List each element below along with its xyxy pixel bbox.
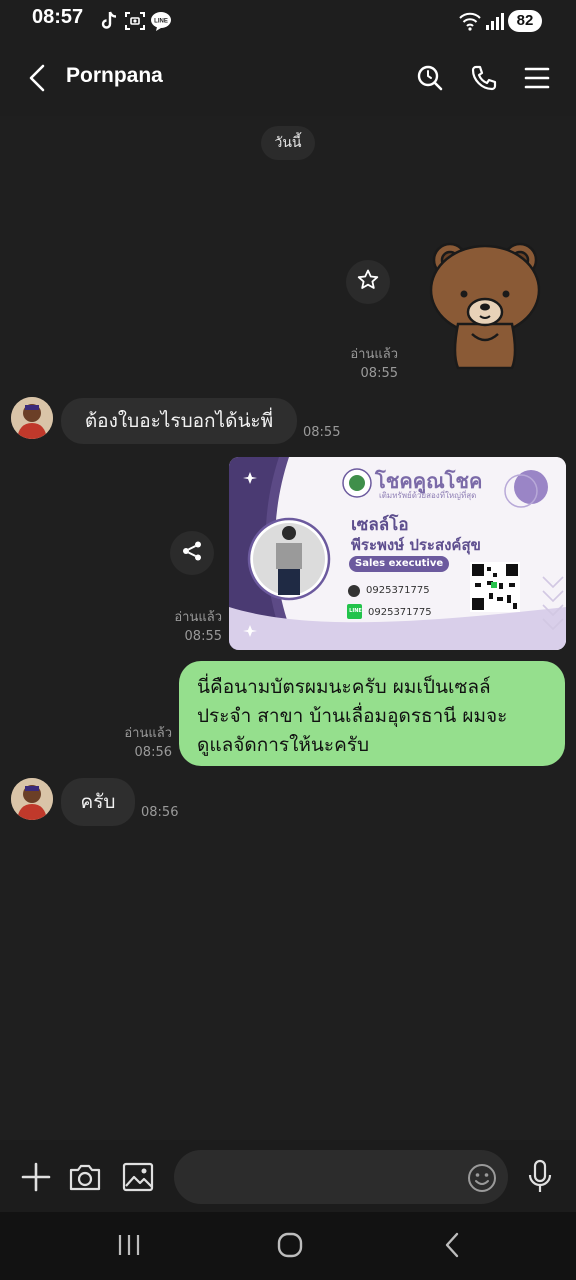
share-icon bbox=[181, 540, 203, 566]
outgoing-message-bubble[interactable]: นี่คือนามบัตรผมนะครับ ผมเป็นเซลล์ ประจำ … bbox=[179, 661, 565, 766]
screenshot-icon bbox=[124, 10, 146, 32]
message-time: 08:56 bbox=[134, 745, 172, 760]
card-role: Sales executive bbox=[349, 556, 450, 572]
contact-avatar[interactable] bbox=[11, 778, 53, 820]
card-tagline: เติมทรัพย์ด้วยสองที่ใหญ่ที่สุด bbox=[379, 491, 477, 500]
sticker-read-receipt: อ่านแล้ว 08:55 bbox=[330, 345, 398, 383]
card-read-receipt: อ่านแล้ว 08:55 bbox=[154, 608, 222, 646]
battery-level: 82 bbox=[508, 10, 542, 32]
search-icon[interactable] bbox=[414, 62, 446, 94]
message-time: 08:55 bbox=[360, 366, 398, 381]
favorite-sticker-button[interactable] bbox=[346, 260, 390, 304]
recent-apps-icon[interactable] bbox=[114, 1230, 144, 1260]
message-time: 08:56 bbox=[141, 805, 179, 820]
phone-icon[interactable] bbox=[468, 62, 500, 94]
wifi-icon bbox=[458, 10, 482, 32]
read-label: อ่านแล้ว bbox=[350, 347, 398, 362]
read-label: อ่านแล้ว bbox=[174, 610, 222, 625]
line-app-icon: LINE bbox=[150, 10, 172, 32]
card-line-id: 0925371775 bbox=[368, 607, 432, 618]
menu-icon[interactable] bbox=[522, 62, 552, 94]
business-card-image[interactable]: โชคคูณโชค เติมทรัพย์ด้วยสองที่ใหญ่ที่สุด… bbox=[229, 457, 566, 650]
tiktok-icon bbox=[98, 10, 120, 32]
card-phone: 0925371775 bbox=[366, 585, 430, 596]
message-input[interactable] bbox=[174, 1150, 508, 1204]
emoji-icon[interactable] bbox=[466, 1162, 498, 1194]
line-badge: LINE bbox=[349, 608, 362, 614]
share-button[interactable] bbox=[170, 531, 214, 575]
signal-icon bbox=[484, 10, 506, 32]
message-line: ประจำ สาขา บ้านเลื่อมอุดรธานี ผมจะ bbox=[197, 705, 508, 727]
svg-text:LINE: LINE bbox=[154, 19, 168, 25]
message-time: 08:55 bbox=[184, 629, 222, 644]
incoming-message-bubble[interactable]: ครับ bbox=[61, 778, 135, 826]
star-icon bbox=[356, 268, 380, 296]
home-icon[interactable] bbox=[274, 1229, 306, 1261]
message-line: นี่คือนามบัตรผมนะครับ ผมเป็นเซลล์ bbox=[197, 676, 491, 698]
image-icon[interactable] bbox=[121, 1161, 155, 1193]
outgoing-read-receipt: อ่านแล้ว 08:56 bbox=[104, 724, 172, 762]
card-full-name: พีระพงษ์ ประสงค์สุข bbox=[351, 536, 481, 554]
microphone-icon[interactable] bbox=[524, 1158, 556, 1196]
plus-icon[interactable] bbox=[20, 1161, 52, 1193]
message-text: ครับ bbox=[80, 791, 116, 813]
status-time: 08:57 bbox=[32, 6, 84, 28]
camera-icon[interactable] bbox=[67, 1161, 103, 1193]
message-line: ดูแลจัดการให้นะครับ bbox=[197, 734, 370, 756]
back-icon[interactable] bbox=[438, 1230, 466, 1260]
bear-sticker[interactable] bbox=[420, 228, 550, 378]
contact-name[interactable]: Pornpana bbox=[66, 64, 163, 88]
incoming-message-bubble[interactable]: ต้องใบอะไรบอกได้น่ะพี่ bbox=[61, 398, 297, 444]
date-separator: วันนี้ bbox=[261, 126, 315, 160]
message-text: ต้องใบอะไรบอกได้น่ะพี่ bbox=[84, 410, 274, 432]
read-label: อ่านแล้ว bbox=[124, 726, 172, 741]
back-arrow-icon[interactable] bbox=[22, 62, 52, 94]
message-time: 08:55 bbox=[303, 425, 341, 440]
contact-avatar[interactable] bbox=[11, 397, 53, 439]
